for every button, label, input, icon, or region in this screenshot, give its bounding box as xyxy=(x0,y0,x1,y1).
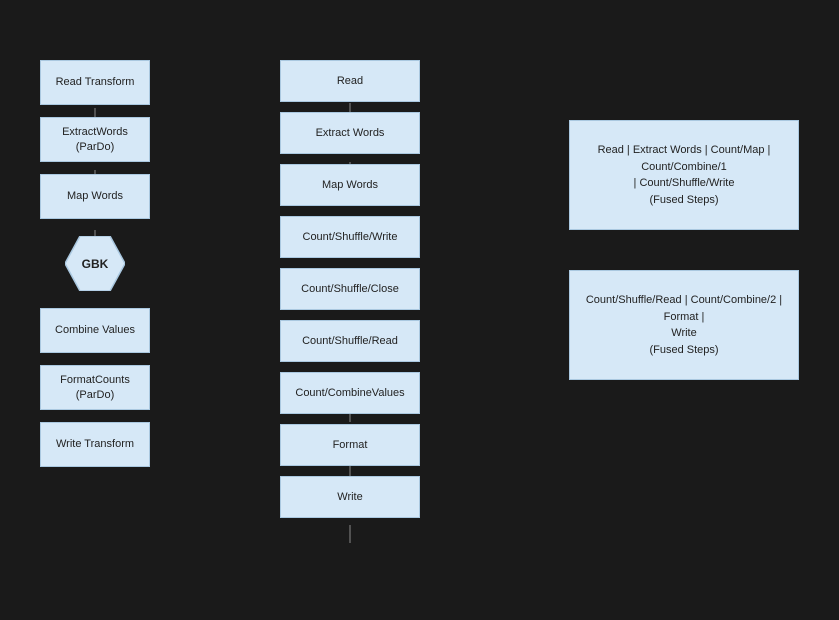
left-map-words: Map Words xyxy=(40,174,150,219)
mid-write: Write xyxy=(280,476,420,518)
mid-format: Format xyxy=(280,424,420,466)
left-combine-values: Combine Values xyxy=(40,308,150,353)
mid-count-shuffle-close: Count/Shuffle/Close xyxy=(280,268,420,310)
mid-count-shuffle-write: Count/Shuffle/Write xyxy=(280,216,420,258)
mid-read: Read xyxy=(280,60,420,102)
left-format-counts-pardo: FormatCounts(ParDo) xyxy=(40,365,150,410)
mid-map-words: Map Words xyxy=(280,164,420,206)
left-read-transform: Read Transform xyxy=(40,60,150,105)
left-extract-words-pardo: ExtractWords(ParDo) xyxy=(40,117,150,162)
left-write-transform: Write Transform xyxy=(40,422,150,467)
mid-count-combine-values: Count/CombineValues xyxy=(280,372,420,414)
right-fused-steps-2: Count/Shuffle/Read | Count/Combine/2 | F… xyxy=(569,270,799,380)
mid-count-shuffle-read: Count/Shuffle/Read xyxy=(280,320,420,362)
right-fused-steps-1: Read | Extract Words | Count/Map | Count… xyxy=(569,120,799,230)
mid-extract-words: Extract Words xyxy=(280,112,420,154)
svg-text:GBK: GBK xyxy=(82,257,109,271)
